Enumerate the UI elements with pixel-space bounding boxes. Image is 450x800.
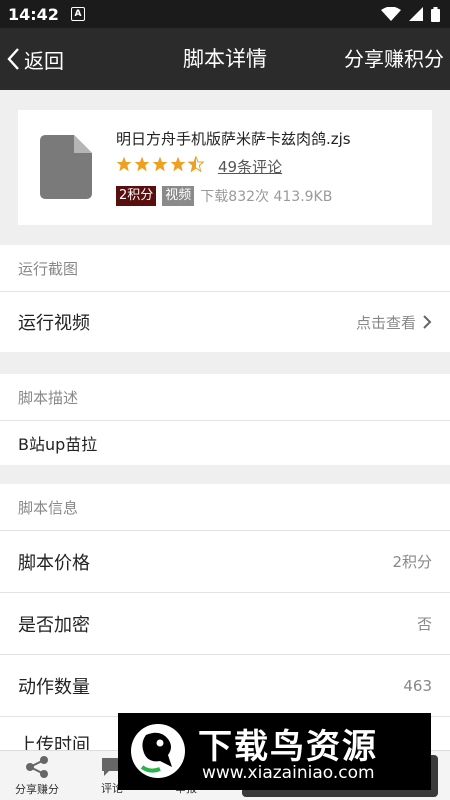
back-label: 返回: [24, 48, 64, 73]
star-icon: [170, 156, 186, 172]
status-time: 14:42: [8, 4, 59, 24]
chevron-right-icon: [423, 315, 432, 329]
info-label: 脚本价格: [18, 552, 90, 574]
top-navbar: 返回 脚本详情 分享赚积分: [0, 28, 450, 90]
info-row-price: 脚本价格 2积分: [0, 531, 450, 592]
signal-icon: [409, 7, 423, 21]
watermark-overlay: 下载鸟资源 www.xiazainiao.com: [118, 713, 431, 790]
view-video-action[interactable]: 点击查看: [356, 312, 432, 333]
reviews-link[interactable]: 49条评论: [218, 156, 282, 177]
status-icons: [381, 6, 440, 22]
section-header-description: 脚本描述: [0, 374, 450, 420]
script-name: 明日方舟手机版萨米萨卡兹肉鸽.zjs: [116, 130, 351, 148]
share-icon: [26, 756, 48, 778]
watermark-title: 下载鸟资源: [198, 727, 378, 767]
video-badge: 视频: [162, 186, 195, 206]
info-label: 动作数量: [18, 676, 90, 698]
star-icon: [116, 156, 132, 172]
status-bar: 14:42 A: [0, 0, 450, 28]
info-label: 上传时间: [18, 735, 90, 750]
run-video-label: 运行视频: [18, 313, 90, 334]
section-title: 脚本描述: [18, 388, 79, 407]
points-badge: 2积分: [116, 186, 157, 206]
section-title: 运行截图: [18, 259, 79, 278]
battery-icon: [431, 6, 440, 22]
view-video-label: 点击查看: [355, 313, 416, 332]
chevron-left-icon: [7, 48, 19, 70]
download-info: 下载832次 413.9KB: [200, 189, 333, 205]
star-icon: [152, 156, 168, 172]
section-header-info: 脚本信息: [0, 484, 450, 530]
info-value: 463: [403, 676, 432, 695]
script-card: 明日方舟手机版萨米萨卡兹肉鸽.zjs 49条评论 2积分 视频 下载832次 4…: [18, 110, 432, 225]
description-row: B站up苗拉: [0, 421, 450, 465]
info-row-actions: 动作数量 463: [0, 655, 450, 716]
run-video-row[interactable]: 运行视频 点击查看: [0, 292, 450, 352]
section-header-screenshots: 运行截图: [0, 245, 450, 291]
script-tags: 2积分 视频 下载832次 413.9KB: [116, 186, 332, 206]
share-tab[interactable]: 分享赚分: [8, 751, 66, 800]
file-icon: [40, 135, 92, 199]
watermark-url: www.xiazainiao.com: [202, 763, 375, 783]
bird-logo-icon: [131, 724, 185, 778]
share-earn-button[interactable]: 分享赚积分: [344, 28, 444, 90]
info-row-encrypted: 是否加密 否: [0, 593, 450, 654]
wifi-icon: [381, 7, 401, 21]
notification-icon: A: [70, 7, 85, 21]
back-button[interactable]: 返回: [0, 28, 64, 90]
star-icon: [134, 156, 150, 172]
description-text: B站up苗拉: [18, 435, 98, 454]
section-title: 脚本信息: [18, 498, 79, 517]
rating-stars: [116, 156, 204, 172]
info-value: 2积分: [392, 553, 432, 571]
info-value: 否: [416, 615, 432, 633]
info-label: 是否加密: [18, 614, 90, 636]
star-half-icon: [188, 156, 204, 172]
share-tab-label: 分享赚分: [15, 783, 59, 796]
